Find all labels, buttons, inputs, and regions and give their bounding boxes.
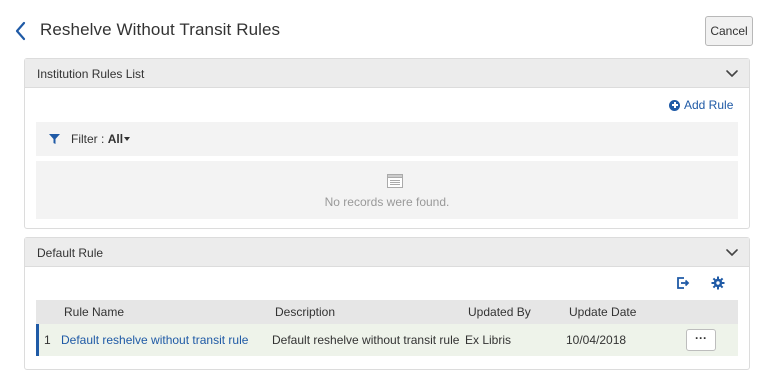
- chevron-down-icon[interactable]: [725, 246, 739, 260]
- panel-title: Default Rule: [37, 246, 104, 260]
- panel-title: Institution Rules List: [37, 67, 145, 81]
- filter-dropdown[interactable]: Filter : All: [71, 132, 123, 146]
- list-icon: [387, 174, 403, 188]
- filter-label: Filter :: [71, 132, 105, 146]
- table-header: Rule Name Description Updated By Update …: [36, 300, 738, 324]
- rule-name-link[interactable]: Default reshelve without transit rule: [61, 333, 248, 347]
- column-header[interactable]: Description: [275, 305, 335, 319]
- table-row[interactable]: 1 Default reshelve without transit rule …: [36, 324, 738, 356]
- rules-table: Rule Name Description Updated By Update …: [36, 300, 738, 356]
- row-actions-button[interactable]: ···: [686, 329, 716, 351]
- filter-icon: [49, 134, 60, 144]
- gear-icon[interactable]: [711, 276, 725, 290]
- filter-bar: Filter : All: [36, 122, 738, 156]
- default-rule-header[interactable]: Default Rule: [25, 238, 749, 267]
- updated-by: Ex Libris: [465, 333, 512, 347]
- institution-rules-panel: Institution Rules List Add Rule Filter :…: [24, 58, 750, 229]
- chevron-down-icon[interactable]: [725, 67, 739, 81]
- cancel-button[interactable]: Cancel: [705, 16, 753, 46]
- institution-rules-header[interactable]: Institution Rules List: [25, 59, 749, 88]
- caret-down-icon[interactable]: [124, 137, 130, 141]
- filter-value: All: [107, 132, 124, 146]
- add-rule-label: Add Rule: [684, 98, 734, 112]
- rule-description: Default reshelve without transit rule: [272, 333, 460, 347]
- export-icon[interactable]: [676, 276, 690, 290]
- chevron-left-icon: [15, 21, 26, 41]
- page-header: Reshelve Without Transit Rules Cancel: [0, 0, 759, 58]
- empty-message: No records were found.: [324, 195, 450, 209]
- update-date: 10/04/2018: [566, 333, 627, 347]
- page-title: Reshelve Without Transit Rules: [40, 20, 281, 39]
- column-header[interactable]: Rule Name: [64, 305, 124, 319]
- column-header[interactable]: Update Date: [569, 305, 636, 319]
- column-header[interactable]: Updated By: [468, 305, 531, 319]
- empty-state: No records were found.: [36, 161, 738, 219]
- add-rule-button[interactable]: Add Rule: [669, 97, 733, 113]
- row-index: 1: [44, 333, 51, 347]
- default-rule-panel: Default Rule Rule Name Description Updat…: [24, 237, 750, 370]
- back-button[interactable]: [13, 20, 29, 42]
- plus-circle-icon: [669, 99, 680, 111]
